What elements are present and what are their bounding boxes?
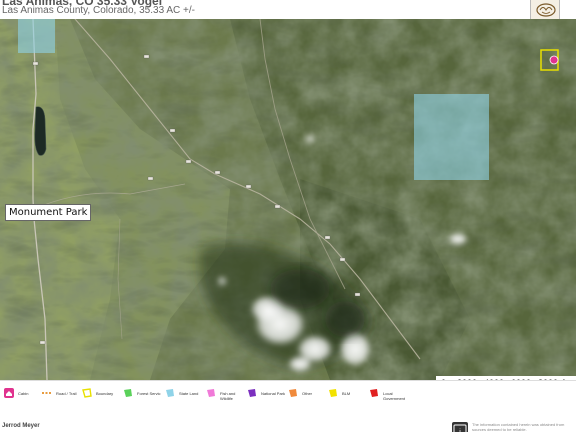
- local-government-icon: [370, 389, 378, 397]
- road-trail-icon: [42, 392, 52, 394]
- blm-icon: [329, 389, 337, 397]
- other-icon: [289, 389, 297, 397]
- legend-item-blm: BLM: [328, 388, 350, 398]
- map-footer: Jerrod Meyer i The information contained…: [0, 408, 576, 432]
- map-header: Las Animas, CO 35.33 Vogel Las Animas Co…: [0, 0, 576, 20]
- legend-label: Road / Trail: [56, 391, 77, 396]
- forest-service-icon: [124, 389, 132, 397]
- fish-wildlife-icon: [207, 389, 215, 397]
- legend-label: Cabin: [18, 391, 29, 396]
- place-label: Monument Park: [5, 204, 92, 221]
- state-land-icon: [166, 389, 174, 397]
- map-legend: Cabin Road / Trail Boundary Forest Servi…: [0, 380, 576, 408]
- legend-item-fish-wildlife: Fish and Wildlife: [206, 388, 246, 401]
- boundary-icon: [82, 388, 92, 398]
- legend-label: Boundary: [96, 391, 114, 396]
- legend-item-state-land: State Land: [165, 388, 198, 398]
- map-imagery: [0, 19, 576, 380]
- legend-item-other: Other: [288, 388, 312, 398]
- legend-label: State Land: [179, 391, 199, 396]
- agent-name: Jerrod Meyer: [2, 423, 40, 429]
- cabin-icon: [4, 388, 14, 398]
- info-icon: i: [452, 422, 468, 432]
- legend-item-forest-service: Forest Servic: [123, 388, 161, 398]
- legend-label: National Park: [261, 391, 286, 396]
- map-subtitle: Las Animas County, Colorado, 35.33 AC +/…: [2, 5, 195, 16]
- cabin-marker[interactable]: [549, 55, 559, 65]
- legend-item-boundary: Boundary: [82, 388, 113, 398]
- legend-item-cabin: Cabin: [4, 388, 28, 398]
- state-land-parcel[interactable]: [18, 19, 55, 53]
- legend-label: Other: [302, 391, 313, 396]
- national-park-icon: [248, 389, 256, 397]
- disclaimer-text: The information contained herein was obt…: [472, 422, 565, 432]
- legend-label: Fish and Wildlife: [220, 391, 236, 401]
- legend-item-road-trail: Road / Trail: [42, 388, 76, 398]
- state-land-parcel[interactable]: [414, 94, 489, 180]
- brand-logo: [530, 0, 560, 20]
- legend-label: BLM: [342, 391, 351, 396]
- legend-label: Forest Servic: [137, 391, 161, 396]
- legend-item-national-park: National Park: [247, 388, 285, 398]
- satellite-map[interactable]: Monument Park 0 2000 4000 6000 8000 ft: [0, 19, 576, 380]
- legend-item-local-government: Local Government: [369, 388, 409, 401]
- legend-label: Local Government: [383, 391, 406, 401]
